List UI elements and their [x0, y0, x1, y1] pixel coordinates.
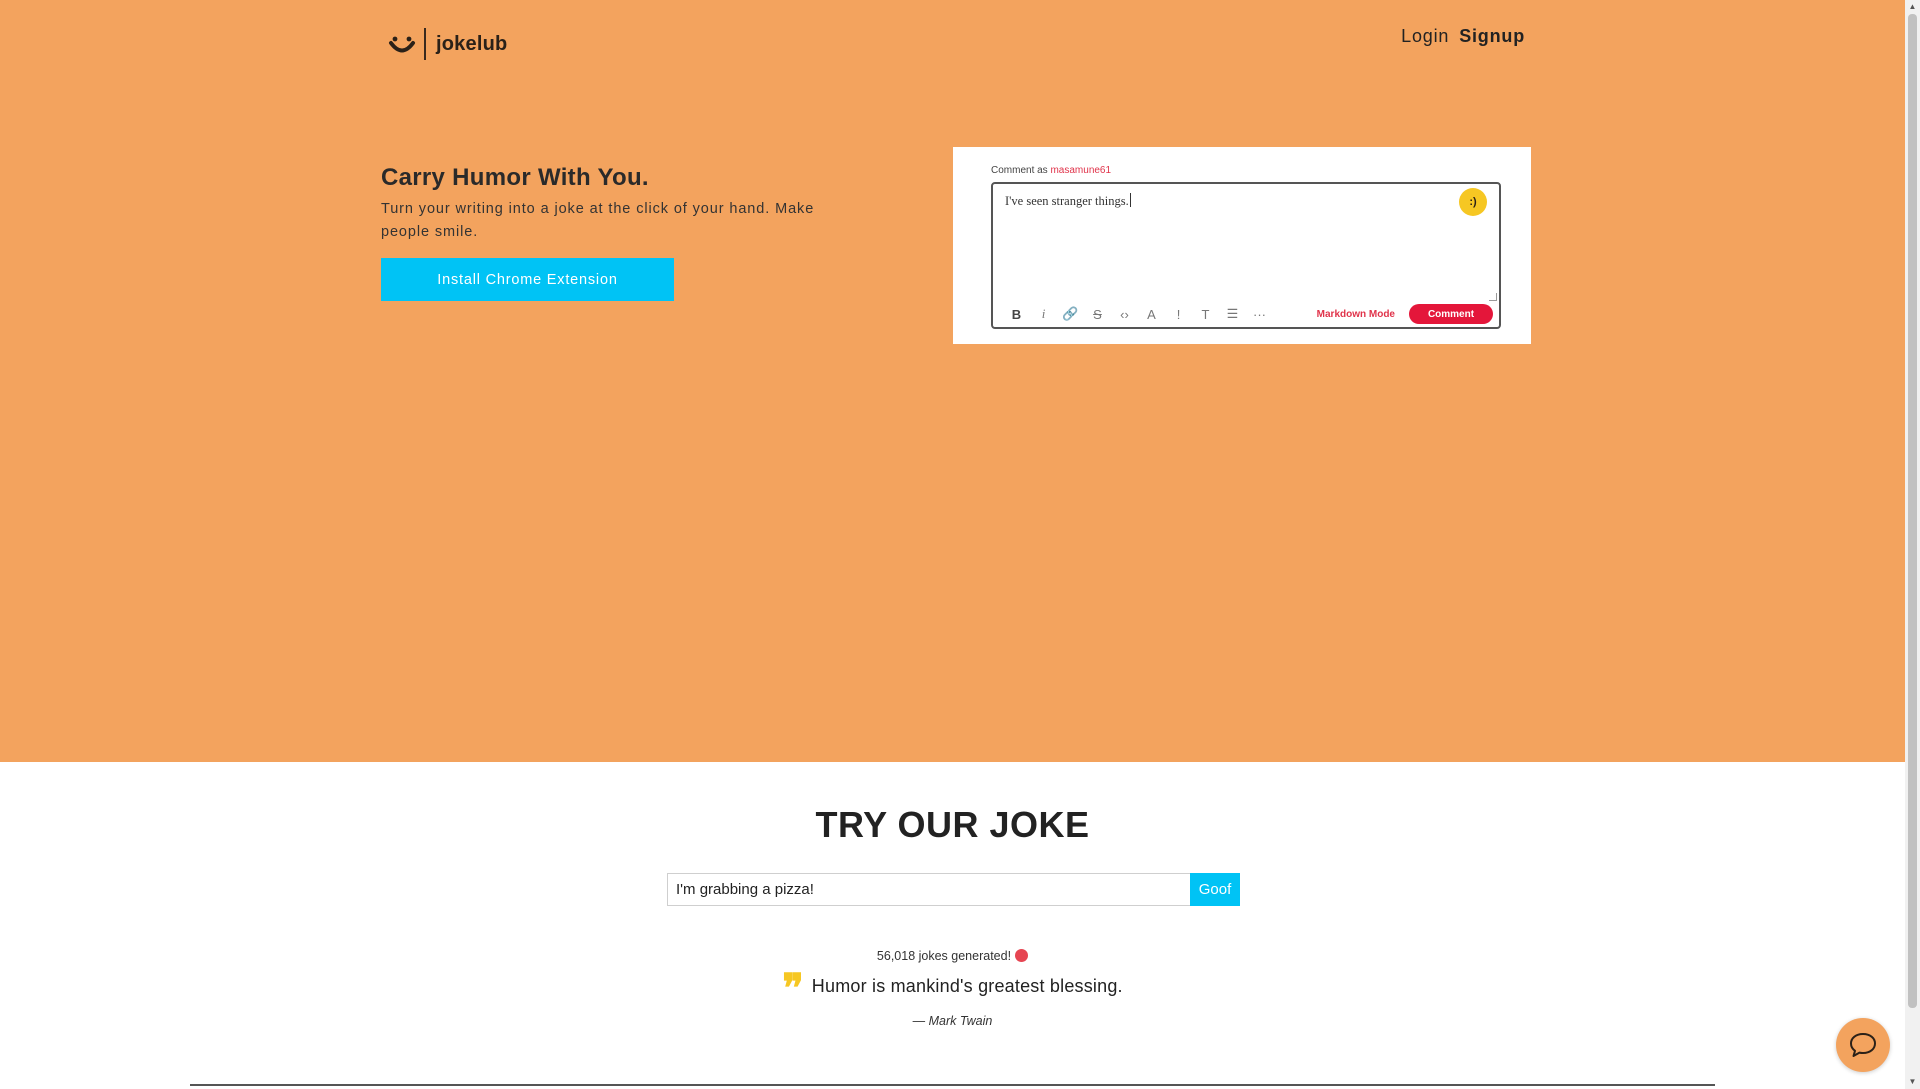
chat-button[interactable]: [1836, 1018, 1890, 1072]
footer-divider: [190, 1084, 1715, 1086]
preview-comment-box: I've seen stranger things. :) B i 🔗 S ‹›…: [991, 182, 1501, 329]
goof-button[interactable]: Goof: [1190, 873, 1240, 906]
brand-logo[interactable]: jokelub: [386, 28, 507, 60]
link-icon: 🔗: [1062, 306, 1079, 321]
hero-title: Carry Humor With You.: [381, 164, 649, 191]
resize-grip-icon: [1489, 293, 1497, 301]
scroll-up-icon[interactable]: ▲: [1905, 0, 1920, 14]
bold-icon: B: [1011, 306, 1022, 322]
preview-comment-text: I've seen stranger things.: [1005, 193, 1131, 208]
logo-divider: [424, 28, 426, 60]
list-icon: ☰: [1226, 306, 1239, 321]
italic-icon: i: [1041, 306, 1046, 321]
hero-section: jokelub Login Signup Carry Humor With Yo…: [0, 0, 1905, 762]
quote-block: ❞ Humor is mankind's greatest blessing.: [0, 965, 1905, 1012]
joke-input[interactable]: [667, 873, 1190, 906]
heading-icon: T: [1201, 306, 1210, 322]
try-joke-form: Goof: [667, 873, 1240, 906]
more-icon: ···: [1253, 306, 1266, 322]
star-struck-emoji-icon: [1015, 949, 1029, 962]
spoiler-icon: !: [1176, 306, 1181, 322]
page-scrollbar[interactable]: ▲ ▼: [1905, 0, 1920, 1089]
jokes-count: 56,018 jokes generated!: [0, 949, 1905, 963]
chat-bubble-icon: [1850, 1033, 1876, 1057]
scroll-down-icon[interactable]: ▼: [1905, 1075, 1920, 1089]
brand-name: jokelub: [436, 32, 508, 55]
install-extension-button[interactable]: Install Chrome Extension: [381, 258, 674, 301]
preview-username: masamune61: [1050, 165, 1112, 176]
quote-text: Humor is mankind's greatest blessing.: [811, 975, 1123, 996]
top-nav: Login Signup: [1401, 26, 1525, 47]
jokelub-badge-icon: :): [1459, 188, 1487, 216]
extension-preview-image: Comment as masamune61 I've seen stranger…: [953, 147, 1531, 344]
preview-comment-button: Comment: [1409, 304, 1493, 324]
hero-subtitle: Turn your writing into a joke at the cli…: [381, 201, 815, 240]
preview-toolbar: B i 🔗 S ‹› A ! T ☰ ··· Markdown Mode Com…: [993, 301, 1499, 327]
superscript-icon: A: [1147, 306, 1156, 322]
login-link[interactable]: Login: [1401, 26, 1449, 47]
quote-mark-icon: ❞: [782, 965, 804, 1012]
code-icon: ‹›: [1120, 306, 1129, 322]
try-joke-title: TRY OUR JOKE: [815, 804, 1090, 845]
strikethrough-icon: S: [1093, 306, 1102, 322]
preview-comment-label: Comment as masamune61: [991, 165, 1112, 176]
text-caret: [1129, 193, 1131, 207]
signup-link[interactable]: Signup: [1459, 26, 1525, 47]
smile-logo-icon: [389, 36, 415, 53]
quote-author: — Mark Twain: [912, 1014, 993, 1028]
scroll-thumb[interactable]: [1908, 14, 1917, 1008]
markdown-mode-label: Markdown Mode: [1316, 308, 1395, 320]
